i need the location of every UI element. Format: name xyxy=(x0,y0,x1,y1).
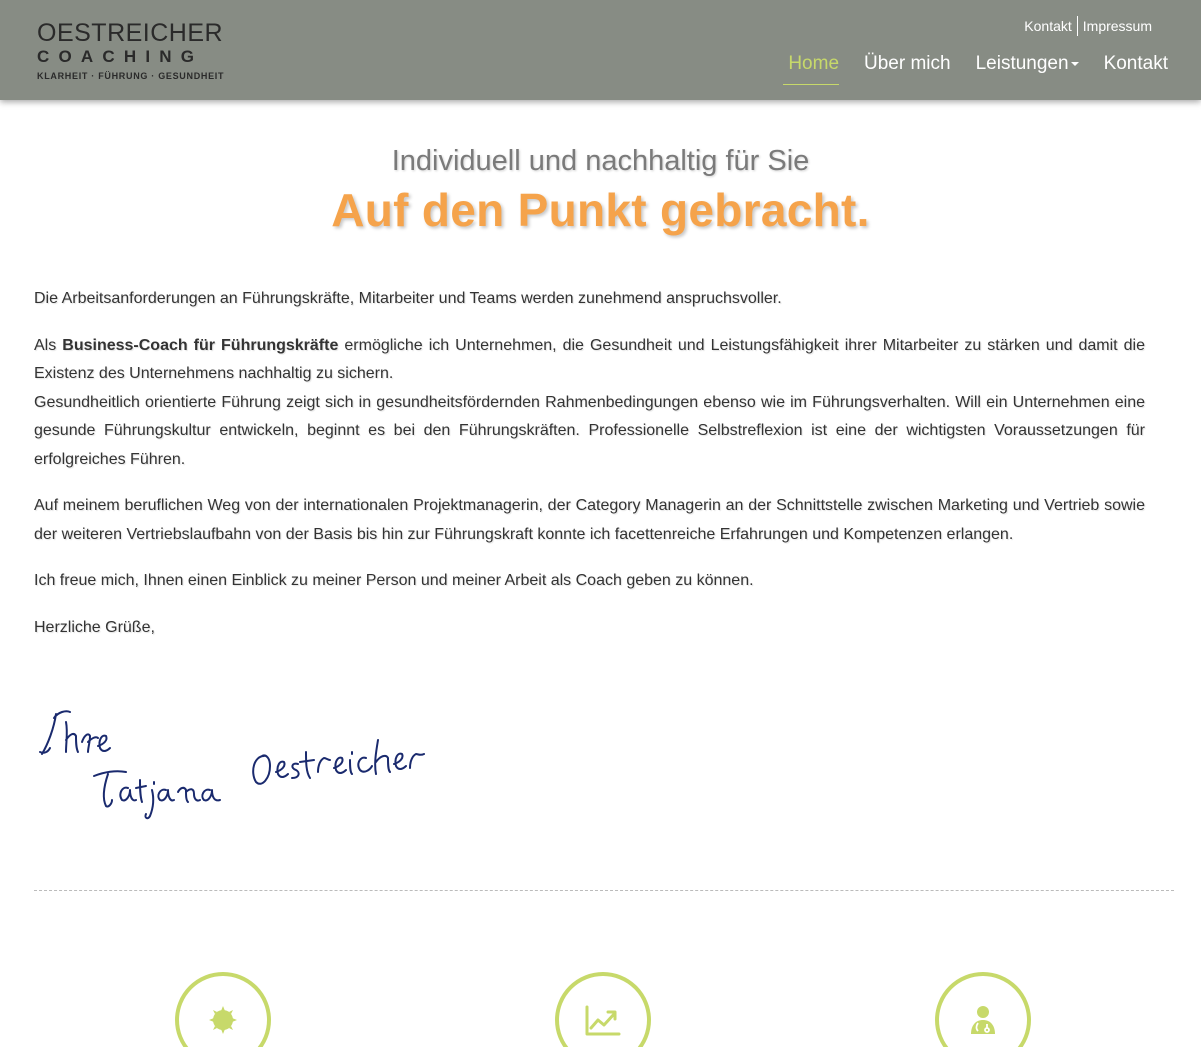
top-link-divider xyxy=(1076,16,1078,36)
chart-up-icon xyxy=(585,1005,621,1036)
main-nav: Home Über mich Leistungen Kontakt xyxy=(758,48,1168,85)
paragraph-1: Die Arbeitsanforderungen an Führungskräf… xyxy=(34,290,782,307)
feature-circle-2[interactable] xyxy=(555,972,651,1047)
section-divider xyxy=(34,890,1174,891)
logo-line1: OESTREICHER xyxy=(37,19,224,47)
chevron-down-icon xyxy=(1070,61,1079,66)
top-links: Kontakt Impressum xyxy=(1024,16,1152,36)
paragraph-2-line2: Gesundheitlich orientierte Führung zeigt… xyxy=(34,393,1145,468)
top-link-kontakt[interactable]: Kontakt xyxy=(1024,16,1071,36)
paragraph-2-bold: Business-Coach für Führungskräfte xyxy=(62,336,339,354)
paragraph-2-prefix: Als xyxy=(34,336,63,354)
gear-icon xyxy=(209,1006,237,1034)
top-link-impressum[interactable]: Impressum xyxy=(1083,16,1152,36)
site-header: OESTREICHER COACHING KLARHEIT · FÜHRUNG … xyxy=(0,0,1201,100)
intro-text: Die Arbeitsanforderungen an Führungskräf… xyxy=(34,285,1145,660)
logo-line2: COACHING xyxy=(37,47,204,66)
nav-contact[interactable]: Kontakt xyxy=(1104,48,1168,85)
paragraph-3: Auf meinem beruflichen Weg von der inter… xyxy=(34,497,1145,543)
doctor-icon xyxy=(971,1006,995,1034)
nav-services[interactable]: Leistungen xyxy=(976,48,1079,85)
signature-image xyxy=(39,710,425,820)
paragraph-2: Als Business-Coach für Führungskräfte er… xyxy=(34,332,1145,475)
hero-title: Auf den Punkt gebracht. xyxy=(331,184,870,236)
site-logo[interactable]: OESTREICHER COACHING KLARHEIT · FÜHRUNG … xyxy=(37,20,237,84)
feature-circle-3[interactable] xyxy=(935,972,1031,1047)
hero-subtitle: Individuell und nachhaltig für Sie xyxy=(391,145,810,177)
nav-home[interactable]: Home xyxy=(783,48,840,85)
feature-circle-1[interactable] xyxy=(175,972,271,1047)
nav-about[interactable]: Über mich xyxy=(864,48,951,85)
nav-services-label: Leistungen xyxy=(975,53,1069,74)
paragraph-4: Ich freue mich, Ihnen einen Einblick zu … xyxy=(34,572,754,589)
greeting: Herzliche Grüße, xyxy=(34,618,155,636)
logo-tagline: KLARHEIT · FÜHRUNG · GESUNDHEIT xyxy=(37,71,225,81)
